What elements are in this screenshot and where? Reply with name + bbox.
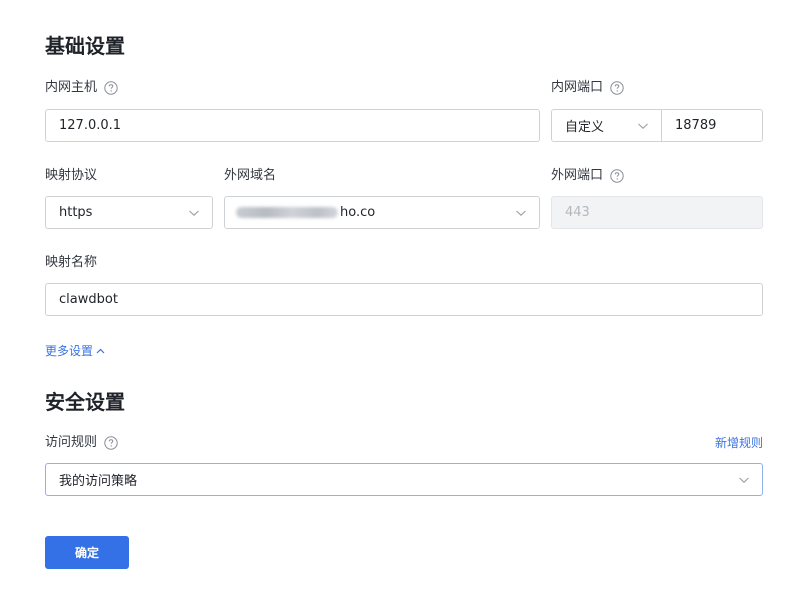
question-circle-icon[interactable] — [104, 436, 118, 450]
question-circle-icon[interactable] — [610, 169, 624, 183]
external-port-label-text: 外网端口 — [551, 168, 604, 183]
mapping-name-input[interactable]: clawdbot — [45, 283, 763, 316]
mapping-protocol-select[interactable]: https — [45, 196, 213, 229]
chevron-up-icon — [96, 347, 105, 356]
mapping-name-value: clawdbot — [59, 292, 118, 307]
chevron-down-icon — [188, 208, 200, 218]
add-rule-link[interactable]: 新增规则 — [715, 435, 763, 451]
access-rules-label-text: 访问规则 — [45, 435, 98, 450]
external-domain-value-suffix: ho.co — [340, 205, 376, 220]
access-rules-value: 我的访问策略 — [59, 474, 138, 489]
chevron-down-icon — [637, 121, 649, 131]
mapping-protocol-label: 映射协议 — [45, 167, 97, 185]
mapping-protocol-value: https — [59, 205, 93, 220]
confirm-button[interactable]: 确定 — [45, 536, 129, 569]
security-settings-title: 安全设置 — [45, 390, 125, 414]
external-port-label: 外网端口 — [551, 167, 624, 185]
basic-settings-title: 基础设置 — [45, 34, 125, 58]
intranet-port-value: 18789 — [675, 118, 717, 133]
question-circle-icon[interactable] — [610, 81, 624, 95]
external-domain-label-text: 外网域名 — [224, 168, 277, 183]
mapping-name-label-text: 映射名称 — [45, 255, 98, 270]
more-settings-link-text: 更多设置 — [45, 344, 94, 358]
mapping-name-label: 映射名称 — [45, 254, 97, 272]
intranet-port-mode-select[interactable]: 自定义 — [551, 109, 662, 142]
chevron-down-icon — [515, 208, 527, 218]
external-port-input: 443 — [551, 196, 763, 229]
intranet-host-label: 内网主机 — [45, 79, 118, 97]
chevron-down-icon — [738, 475, 750, 485]
intranet-host-label-text: 内网主机 — [45, 80, 98, 95]
external-port-placeholder: 443 — [565, 205, 590, 220]
more-settings-link[interactable]: 更多设置 — [45, 343, 105, 359]
blurred-domain-prefix — [236, 207, 338, 218]
intranet-port-label: 内网端口 — [551, 79, 624, 97]
intranet-port-mode-value: 自定义 — [565, 120, 605, 135]
external-domain-select[interactable]: ho.co — [224, 196, 540, 229]
external-domain-label: 外网域名 — [224, 167, 276, 185]
intranet-host-input[interactable]: 127.0.0.1 — [45, 109, 540, 142]
intranet-port-label-text: 内网端口 — [551, 80, 604, 95]
intranet-port-input[interactable]: 18789 — [661, 109, 763, 142]
question-circle-icon[interactable] — [104, 81, 118, 95]
intranet-host-value: 127.0.0.1 — [59, 118, 122, 133]
access-rules-label: 访问规则 — [45, 434, 118, 452]
mapping-protocol-label-text: 映射协议 — [45, 168, 98, 183]
access-rules-select[interactable]: 我的访问策略 — [45, 463, 763, 496]
